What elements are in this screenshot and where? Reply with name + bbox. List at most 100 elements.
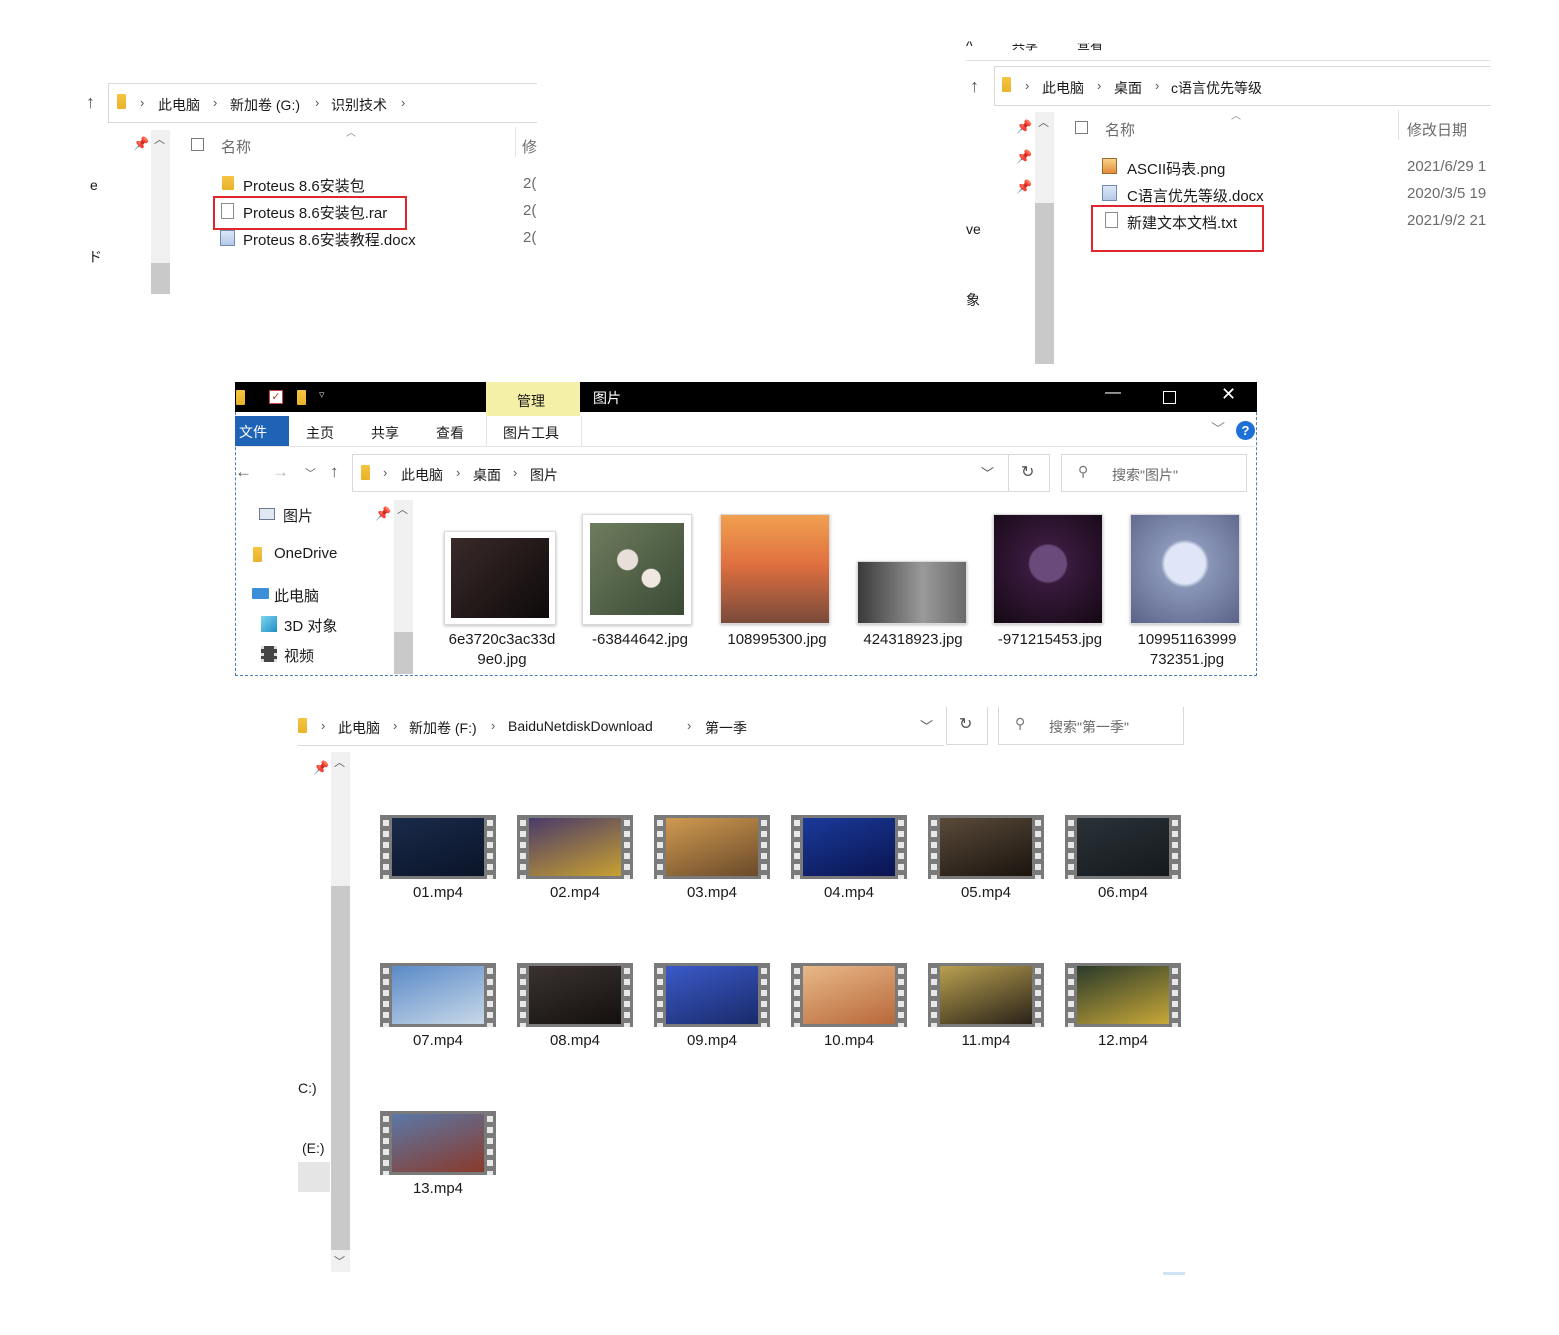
scroll-up-icon[interactable]: ︿ <box>1038 114 1049 130</box>
up-arrow-icon[interactable]: ↑ <box>330 462 339 482</box>
nav-item-onedrive[interactable]: OneDrive <box>249 544 379 566</box>
breadcrumb-this-pc[interactable]: 此电脑 <box>1042 78 1084 98</box>
context-tab-manage[interactable]: 管理 <box>486 382 580 416</box>
nav-item-3d-objects[interactable]: 3D 对象 <box>259 614 389 636</box>
video-thumbnail[interactable] <box>517 815 633 879</box>
tab-view[interactable]: 查看 <box>436 423 464 443</box>
video-thumbnail[interactable] <box>380 815 496 879</box>
new-folder-icon[interactable] <box>297 390 306 405</box>
scroll-down-icon[interactable]: ﹀ <box>334 1253 345 1269</box>
image-thumbnail[interactable] <box>857 561 967 624</box>
image-thumbnail[interactable] <box>993 514 1103 624</box>
pin-icon[interactable]: 📌 <box>1016 179 1032 195</box>
breadcrumb-season[interactable]: 第一季 <box>705 718 747 738</box>
maximize-icon[interactable] <box>1163 391 1176 404</box>
file-row[interactable]: Proteus 8.6安装教程.docx 2( <box>215 226 536 250</box>
minimize-icon[interactable]: — <box>1105 384 1121 402</box>
forward-icon[interactable]: → <box>272 462 289 482</box>
thumb-image <box>451 538 549 618</box>
search-box[interactable]: ⚲ 搜索"图片" <box>1061 454 1247 492</box>
nav-scrollbar-thumb[interactable] <box>331 886 350 1250</box>
tab-file[interactable]: 文件 <box>235 416 289 446</box>
breadcrumb-this-pc[interactable]: 此电脑 <box>401 465 443 485</box>
breadcrumb-desktop[interactable]: 桌面 <box>1114 78 1142 98</box>
refresh-button[interactable]: ↻ <box>1008 454 1050 492</box>
nav-scrollbar-thumb[interactable] <box>1035 203 1054 364</box>
address-bar[interactable]: › 此电脑 › 新加卷 (F:) › BaiduNetdiskDownload … <box>298 707 944 746</box>
file-row[interactable]: Proteus 8.6安装包 2( <box>215 172 536 196</box>
close-icon[interactable]: ✕ <box>1221 384 1236 405</box>
select-all-checkbox[interactable] <box>191 138 204 151</box>
select-all-checkbox[interactable] <box>1075 121 1088 134</box>
video-thumbnail[interactable] <box>928 963 1044 1027</box>
address-dropdown-icon[interactable]: ﹀ <box>981 463 994 482</box>
image-thumbnail[interactable] <box>444 531 556 625</box>
video-thumbnail[interactable] <box>380 1111 496 1175</box>
back-icon[interactable]: ← <box>235 462 252 482</box>
pin-icon[interactable]: 📌 <box>375 506 391 522</box>
pin-icon[interactable]: 📌 <box>1016 119 1032 135</box>
help-icon[interactable]: ? <box>1236 421 1255 440</box>
scroll-up-icon[interactable]: ︿ <box>397 501 408 517</box>
video-thumbnail[interactable] <box>654 963 770 1027</box>
up-arrow-icon[interactable]: ↑ <box>86 92 95 113</box>
expand-ribbon-icon[interactable]: ﹀ <box>1211 419 1225 439</box>
scroll-up-icon[interactable]: ︿ <box>334 754 345 770</box>
column-header-name[interactable]: 名称 <box>1105 119 1135 140</box>
nav-item-this-pc[interactable]: 此电脑 <box>249 584 379 606</box>
file-date: 2021/9/2 21 <box>1407 212 1487 229</box>
breadcrumb-this-pc[interactable]: 此电脑 <box>158 95 200 115</box>
video-caption: 11.mp4 <box>961 1032 1011 1049</box>
refresh-button[interactable]: ↻ <box>946 707 988 745</box>
breadcrumb-folder[interactable]: c语言优先等级 <box>1171 78 1262 98</box>
video-thumbnail[interactable] <box>791 815 907 879</box>
address-dropdown-icon[interactable]: ﹀ <box>920 716 933 735</box>
customize-qat-icon[interactable]: ▿ <box>319 388 325 401</box>
breadcrumb-baidu[interactable]: BaiduNetdiskDownload <box>508 718 653 734</box>
pin-icon[interactable]: 📌 <box>1016 149 1032 165</box>
up-arrow-icon[interactable]: ↑ <box>970 76 979 97</box>
video-thumbnail[interactable] <box>928 815 1044 879</box>
breadcrumb-this-pc[interactable]: 此电脑 <box>338 718 380 738</box>
video-thumbnail[interactable] <box>1065 963 1181 1027</box>
scroll-up-icon[interactable]: ︿ <box>154 131 165 147</box>
nav-scrollbar-thumb[interactable] <box>151 263 170 294</box>
column-divider[interactable] <box>515 127 516 157</box>
search-box[interactable]: ⚲ 搜索"第一季" <box>998 707 1184 745</box>
video-thumbnail[interactable] <box>654 815 770 879</box>
breadcrumb-drive-g[interactable]: 新加卷 (G:) <box>230 95 300 115</box>
video-thumbnail[interactable] <box>380 963 496 1027</box>
column-header-name[interactable]: 名称 <box>221 136 251 157</box>
nav-scrollbar-thumb[interactable] <box>394 632 413 674</box>
column-header-modified[interactable]: 修 <box>522 136 537 157</box>
pin-icon[interactable]: 📌 <box>313 760 329 776</box>
ribbon-partial-tab[interactable]: 共享 <box>1012 44 1038 54</box>
breadcrumb-folder[interactable]: 识别技术 <box>331 95 387 115</box>
title-bar[interactable]: ✓ ▿ 管理 图片 — ✕ <box>235 382 1257 416</box>
ribbon-partial-tab[interactable]: 查看 <box>1077 44 1103 54</box>
video-thumbnail[interactable] <box>517 963 633 1027</box>
file-row[interactable]: C语言优先等级.docx 2020/3/5 19 <box>1100 182 1490 206</box>
recent-locations-icon[interactable]: ﹀ <box>305 465 316 481</box>
properties-icon[interactable]: ✓ <box>269 390 283 404</box>
ribbon-partial-tab[interactable]: λ <box>966 42 973 50</box>
video-thumbnail[interactable] <box>791 963 907 1027</box>
video-thumbnail[interactable] <box>1065 815 1181 879</box>
image-thumbnail[interactable] <box>720 514 830 624</box>
nav-item-pictures[interactable]: 图片 <box>257 504 377 526</box>
nav-selected-item[interactable] <box>298 1162 330 1192</box>
address-bar[interactable]: › 此电脑 › 桌面 › 图片 ﹀ <box>352 454 1009 492</box>
image-thumbnail[interactable] <box>582 514 692 625</box>
breadcrumb-pictures[interactable]: 图片 <box>530 465 558 485</box>
tab-home[interactable]: 主页 <box>306 423 334 443</box>
file-row[interactable]: ASCII码表.png 2021/6/29 1 <box>1100 155 1490 179</box>
pin-icon[interactable]: 📌 <box>133 136 149 152</box>
nav-item-videos[interactable]: 视频 <box>259 644 389 666</box>
tab-share[interactable]: 共享 <box>371 423 399 443</box>
breadcrumb-drive-f[interactable]: 新加卷 (F:) <box>409 718 477 738</box>
column-header-modified[interactable]: 修改日期 <box>1407 119 1467 140</box>
image-thumbnail[interactable] <box>1130 514 1240 624</box>
tab-picture-tools[interactable]: 图片工具 <box>486 416 582 446</box>
breadcrumb-desktop[interactable]: 桌面 <box>473 465 501 485</box>
column-divider[interactable] <box>1398 110 1399 140</box>
